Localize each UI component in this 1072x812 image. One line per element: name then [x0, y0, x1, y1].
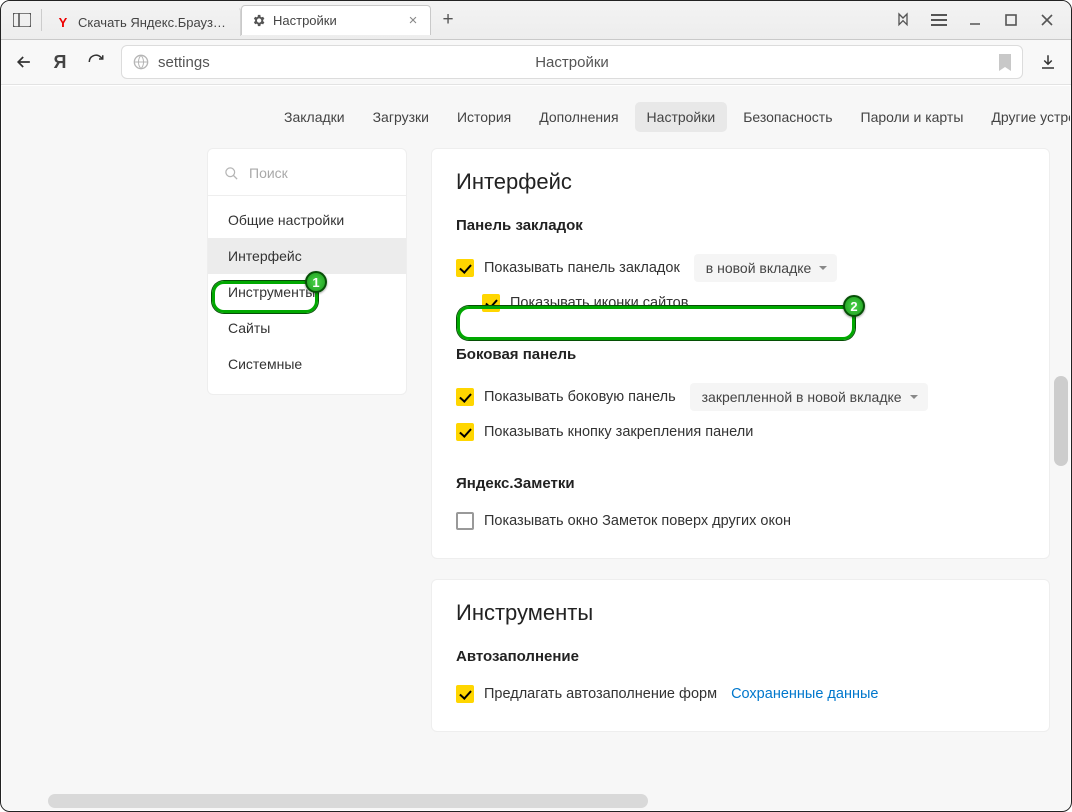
tab-active[interactable]: Настройки ×: [241, 5, 431, 35]
checkbox-show-pin-button[interactable]: [456, 423, 474, 441]
tab-title: Скачать Яндекс.Браузер д: [78, 15, 230, 30]
opt-label: Показывать окно Заметок поверх других ок…: [484, 513, 791, 529]
sidebar-item-general[interactable]: Общие настройки: [208, 202, 406, 238]
site-info-icon[interactable]: [132, 53, 150, 71]
title-bar: Y Скачать Яндекс.Браузер д Настройки × +: [1, 1, 1071, 40]
tab-title: Настройки: [273, 13, 400, 28]
omnibox-title: Настройки: [535, 54, 609, 71]
nav-downloads[interactable]: Загрузки: [361, 102, 441, 132]
section-tools: Инструменты Автозаполнение Предлагать ав…: [431, 579, 1050, 732]
opt-show-bookmarks-panel: Показывать панель закладок в новой вклад…: [456, 248, 1025, 288]
browser-window: Y Скачать Яндекс.Браузер д Настройки × +…: [0, 0, 1072, 812]
section-heading: Интерфейс: [456, 169, 1025, 195]
section-heading: Инструменты: [456, 600, 1025, 626]
opt-show-side-panel: Показывать боковую панель закрепленной в…: [456, 377, 1025, 417]
dropdown-side-panel-mode[interactable]: закрепленной в новой вкладке: [690, 383, 928, 411]
new-tab-button[interactable]: +: [433, 5, 463, 35]
annotation-badge-2: 2: [843, 295, 865, 317]
opt-label: Предлагать автозаполнение форм: [484, 686, 717, 702]
opt-label: Показывать боковую панель: [484, 389, 676, 405]
link-saved-data[interactable]: Сохраненные данные: [731, 686, 878, 702]
minimize-button[interactable]: [957, 5, 993, 35]
close-icon[interactable]: ×: [406, 14, 420, 28]
nav-history[interactable]: История: [445, 102, 523, 132]
page-body: Поиск Общие настройки Интерфейс Инструме…: [2, 148, 1070, 810]
nav-passwords[interactable]: Пароли и карты: [849, 102, 976, 132]
omnibox[interactable]: settings Настройки: [121, 45, 1023, 79]
nav-settings[interactable]: Настройки: [635, 102, 728, 132]
sidebar-search[interactable]: Поиск: [208, 155, 406, 191]
yandex-home-button[interactable]: Я: [49, 52, 71, 73]
opt-show-notes: Показывать окно Заметок поверх других ок…: [456, 506, 1025, 536]
settings-sidebar: Поиск Общие настройки Интерфейс Инструме…: [207, 148, 407, 395]
downloads-button[interactable]: [1035, 49, 1061, 75]
page-content: Закладки Загрузки История Дополнения Нас…: [2, 86, 1070, 810]
gear-icon: [250, 13, 266, 29]
dropdown-bookmarks-panel-mode[interactable]: в новой вкладке: [694, 254, 838, 282]
sidebar-item-sites[interactable]: Сайты: [208, 310, 406, 346]
maximize-button[interactable]: [993, 5, 1029, 35]
bookmark-icon[interactable]: [998, 54, 1012, 71]
annotation-highlight-2: [457, 306, 855, 340]
nav-addons[interactable]: Дополнения: [527, 102, 630, 132]
group-bookmarks-panel: Панель закладок: [456, 217, 1025, 234]
opt-label: Показывать панель закладок: [484, 260, 680, 276]
menu-icon[interactable]: [921, 5, 957, 35]
sidebar-item-system[interactable]: Системные: [208, 346, 406, 382]
omnibox-text: settings: [158, 54, 210, 71]
checkbox-show-side-panel[interactable]: [456, 388, 474, 406]
search-icon: [224, 166, 239, 181]
opt-suggest-autofill: Предлагать автозаполнение форм Сохраненн…: [456, 679, 1025, 709]
address-bar: Я settings Настройки: [1, 40, 1071, 85]
nav-other-devices[interactable]: Другие устро: [979, 102, 1070, 132]
vertical-scrollbar[interactable]: [1054, 376, 1068, 466]
group-autofill: Автозаполнение: [456, 648, 1025, 665]
divider: [208, 195, 406, 196]
nav-security[interactable]: Безопасность: [731, 102, 844, 132]
annotation-badge-1: 1: [305, 271, 327, 293]
group-notes: Яндекс.Заметки: [456, 475, 1025, 492]
divider: [41, 9, 42, 31]
reload-button[interactable]: [83, 49, 109, 75]
checkbox-show-bookmarks-panel[interactable]: [456, 259, 474, 277]
tab-inactive[interactable]: Y Скачать Яндекс.Браузер д: [46, 7, 241, 36]
panels-button[interactable]: [7, 7, 37, 33]
close-window-button[interactable]: [1029, 5, 1065, 35]
annotation-highlight-1: [212, 281, 318, 313]
sidebar-search-placeholder: Поиск: [249, 165, 288, 181]
opt-label: Показывать кнопку закрепления панели: [484, 424, 753, 440]
settings-content: Интерфейс Панель закладок Показывать пан…: [431, 148, 1070, 810]
checkbox-suggest-autofill[interactable]: [456, 685, 474, 703]
group-side-panel: Боковая панель: [456, 346, 1025, 363]
horizontal-scrollbar[interactable]: [48, 794, 648, 808]
nav-bookmarks[interactable]: Закладки: [272, 102, 357, 132]
section-interface: Интерфейс Панель закладок Показывать пан…: [431, 148, 1050, 559]
yandex-icon: Y: [55, 14, 71, 30]
back-button[interactable]: [11, 49, 37, 75]
sidebar-item-interface[interactable]: Интерфейс: [208, 238, 406, 274]
checkbox-show-notes[interactable]: [456, 512, 474, 530]
settings-top-nav: Закладки Загрузки История Дополнения Нас…: [2, 86, 1070, 148]
reader-mode-icon[interactable]: [885, 5, 921, 35]
opt-show-pin-button: Показывать кнопку закрепления панели: [456, 417, 1025, 447]
